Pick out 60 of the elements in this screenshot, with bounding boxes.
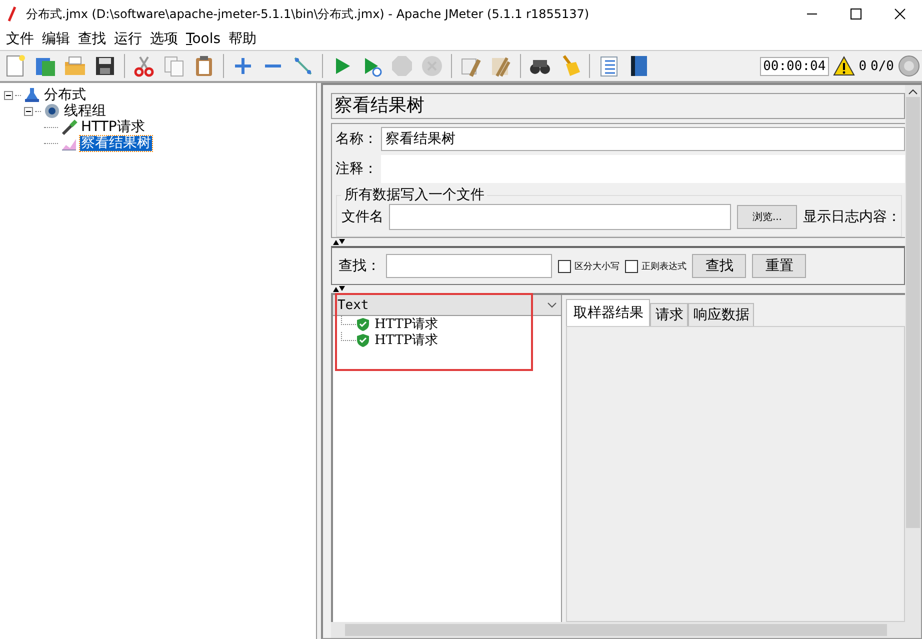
checkbox-label: 正则表达式 (641, 260, 686, 272)
comment-label: 注释： (335, 160, 378, 178)
tree-item[interactable]: 线程组 (63, 104, 107, 118)
result-item[interactable]: HTTP请求 (374, 315, 438, 333)
group-title: 所有数据写入一个文件 (343, 186, 486, 204)
chevron-up-icon (908, 89, 918, 95)
result-item[interactable]: HTTP请求 (374, 331, 438, 349)
menu-item[interactable]: 运行 (110, 30, 146, 48)
copy-icon (162, 54, 186, 78)
search-button[interactable]: 查找 (692, 254, 746, 278)
splitter-icon[interactable] (333, 239, 346, 245)
gear-icon (43, 102, 61, 120)
reset-button[interactable]: 重置 (752, 254, 806, 278)
file-name-field[interactable] (389, 204, 732, 230)
tree-item[interactable]: 察看结果树 (80, 136, 152, 150)
maximize-icon[interactable] (850, 8, 862, 20)
scissors-icon (132, 54, 156, 78)
close-icon[interactable] (894, 8, 906, 20)
tab[interactable]: 取样器结果 (566, 299, 650, 326)
warning-count: 0 (858, 58, 867, 74)
comment-field[interactable] (381, 155, 905, 183)
chevron-down-icon (547, 302, 558, 308)
window-title: 分布式.jmx (D:\software\apache-jmeter-5.1.1\bin\分布式.jmx) - Apache JMeter (5.1.1 r1855137) (26, 6, 590, 22)
menu-item[interactable]: 选项 (146, 30, 182, 48)
dropper-icon (60, 118, 78, 136)
checkbox-label: 区分大小写 (574, 260, 620, 272)
folder-icon (63, 54, 87, 78)
menu-item[interactable]: 文件 (2, 30, 38, 48)
tree-item[interactable]: HTTP请求 (80, 120, 146, 134)
vertical-scrollbar[interactable] (905, 85, 921, 638)
checkbox[interactable] (558, 260, 572, 272)
minus-icon (265, 64, 281, 68)
menu-item[interactable]: Tools (182, 31, 225, 47)
name-label: 名称： (335, 130, 378, 148)
feather-icon (6, 6, 18, 22)
collapse-icon[interactable] (24, 106, 33, 116)
shutdown-icon (420, 54, 444, 78)
tab[interactable]: 响应数据 (688, 303, 754, 326)
panel-title: 察看结果树 (331, 93, 905, 119)
splitter-icon[interactable] (333, 286, 346, 292)
stop-icon (390, 54, 414, 78)
renderer-dropdown[interactable]: Text (333, 295, 562, 316)
elapsed-time: 00:00:04 (760, 56, 829, 76)
name-field[interactable]: 察看结果树 (381, 127, 905, 151)
warning-icon (832, 56, 855, 76)
menu-item[interactable]: 查找 (74, 30, 110, 48)
thread-count: 0/0 (870, 58, 894, 74)
search-field[interactable] (386, 254, 552, 278)
flask-icon (23, 86, 41, 104)
collapse-icon[interactable] (4, 90, 13, 100)
log-content-label: 显示日志内容： (803, 208, 901, 226)
horizontal-scrollbar[interactable] (331, 622, 905, 638)
checkbox[interactable] (625, 260, 638, 272)
menu-item[interactable]: 帮助 (224, 30, 261, 48)
file-name-label: 文件名 (341, 208, 384, 226)
menu-item[interactable]: 编辑 (38, 30, 74, 48)
search-label: 查找： (338, 257, 380, 275)
tree-item[interactable]: 分布式 (43, 88, 87, 102)
browse-button[interactable]: 浏览... (737, 205, 797, 229)
tab[interactable]: 请求 (650, 303, 688, 326)
